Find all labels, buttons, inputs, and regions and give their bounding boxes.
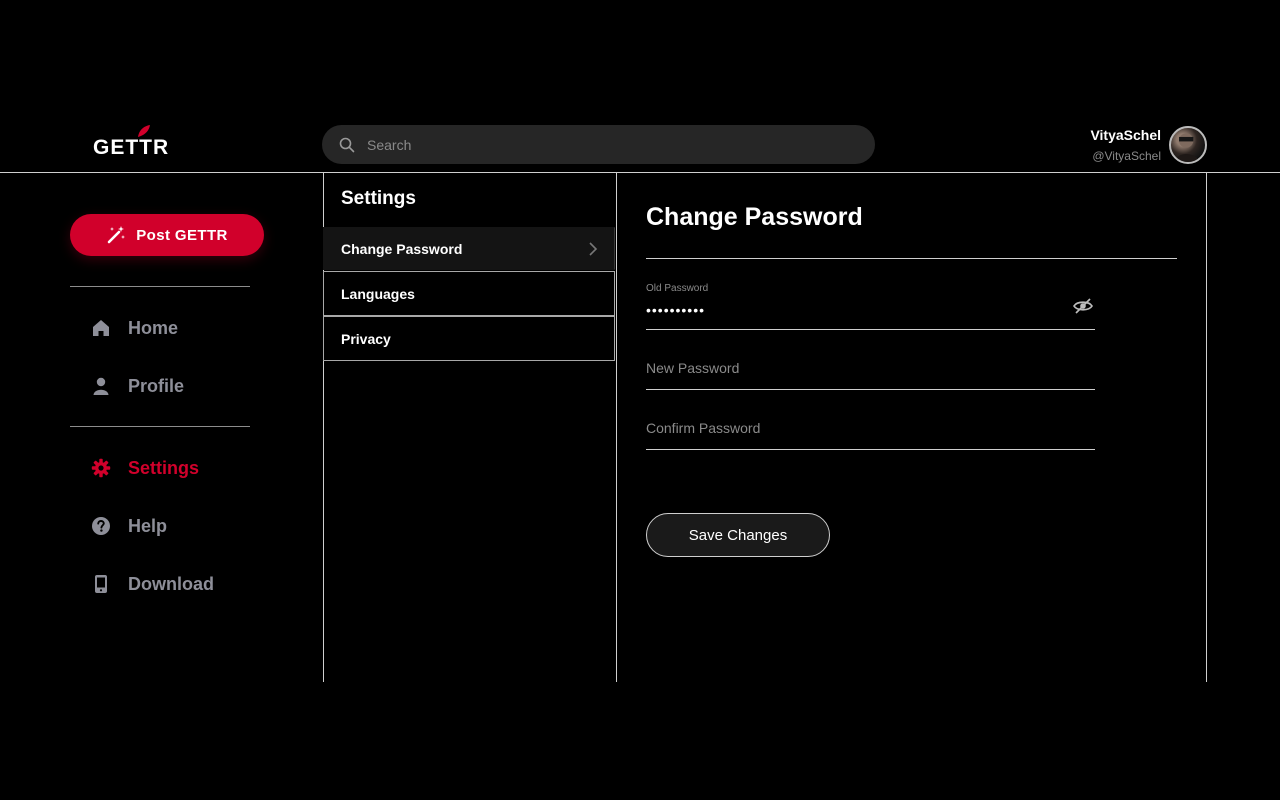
confirm-password-field[interactable] bbox=[646, 410, 1095, 450]
settings-item-languages[interactable]: Languages bbox=[323, 271, 615, 316]
settings-title: Settings bbox=[341, 188, 416, 209]
nav-divider bbox=[70, 426, 250, 427]
eye-off-icon[interactable] bbox=[1073, 296, 1093, 316]
new-password-input[interactable] bbox=[646, 360, 1046, 376]
home-icon bbox=[90, 317, 112, 339]
search-bar[interactable] bbox=[322, 125, 875, 164]
magic-wand-icon bbox=[107, 226, 126, 244]
question-icon bbox=[90, 515, 112, 537]
gear-icon bbox=[90, 457, 112, 479]
page-title: Change Password bbox=[646, 203, 863, 231]
chevron-right-icon bbox=[589, 242, 598, 256]
nav-item-home[interactable]: Home bbox=[90, 314, 178, 342]
panel-divider-middle bbox=[616, 172, 617, 682]
nav-item-help[interactable]: Help bbox=[90, 512, 167, 540]
user-display-name[interactable]: VityaSchel bbox=[1090, 127, 1161, 143]
settings-item-privacy[interactable]: Privacy bbox=[323, 316, 615, 361]
nav-divider bbox=[70, 286, 250, 287]
avatar[interactable] bbox=[1169, 126, 1207, 164]
post-gettr-label: Post GETTR bbox=[136, 226, 228, 244]
logo-text: GETTR bbox=[93, 136, 170, 159]
settings-item-label: Privacy bbox=[341, 330, 391, 347]
confirm-password-input[interactable] bbox=[646, 420, 1046, 436]
nav-item-label: Profile bbox=[128, 375, 185, 396]
settings-item-label: Change Password bbox=[341, 240, 463, 257]
header-divider bbox=[0, 172, 1280, 173]
old-password-label: Old Password bbox=[646, 283, 709, 294]
user-icon bbox=[90, 375, 112, 397]
nav-item-label: Help bbox=[128, 515, 168, 536]
nav-item-label: Settings bbox=[128, 457, 200, 478]
nav-item-profile[interactable]: Profile bbox=[90, 372, 184, 400]
avatar-image bbox=[1174, 133, 1200, 162]
nav-item-label: Download bbox=[128, 573, 214, 594]
post-gettr-button[interactable]: Post GETTR bbox=[70, 214, 264, 256]
save-changes-button[interactable]: Save Changes bbox=[646, 513, 830, 557]
phone-icon bbox=[90, 573, 112, 595]
settings-item-change-password[interactable]: Change Password bbox=[323, 227, 615, 270]
old-password-input[interactable] bbox=[646, 302, 1046, 318]
gettr-logo[interactable]: GETTR bbox=[93, 124, 173, 159]
panel-divider-right bbox=[1206, 172, 1207, 682]
old-password-field[interactable]: Old Password bbox=[646, 280, 1095, 330]
nav-item-download[interactable]: Download bbox=[90, 570, 214, 598]
search-icon bbox=[339, 137, 355, 152]
nav-item-settings[interactable]: Settings bbox=[90, 454, 199, 482]
user-handle[interactable]: @VityaSchel bbox=[1092, 149, 1161, 163]
settings-item-label: Languages bbox=[341, 285, 415, 302]
nav-item-label: Home bbox=[128, 317, 179, 338]
new-password-field[interactable] bbox=[646, 350, 1095, 390]
search-input[interactable] bbox=[367, 136, 847, 153]
title-divider bbox=[646, 258, 1177, 259]
